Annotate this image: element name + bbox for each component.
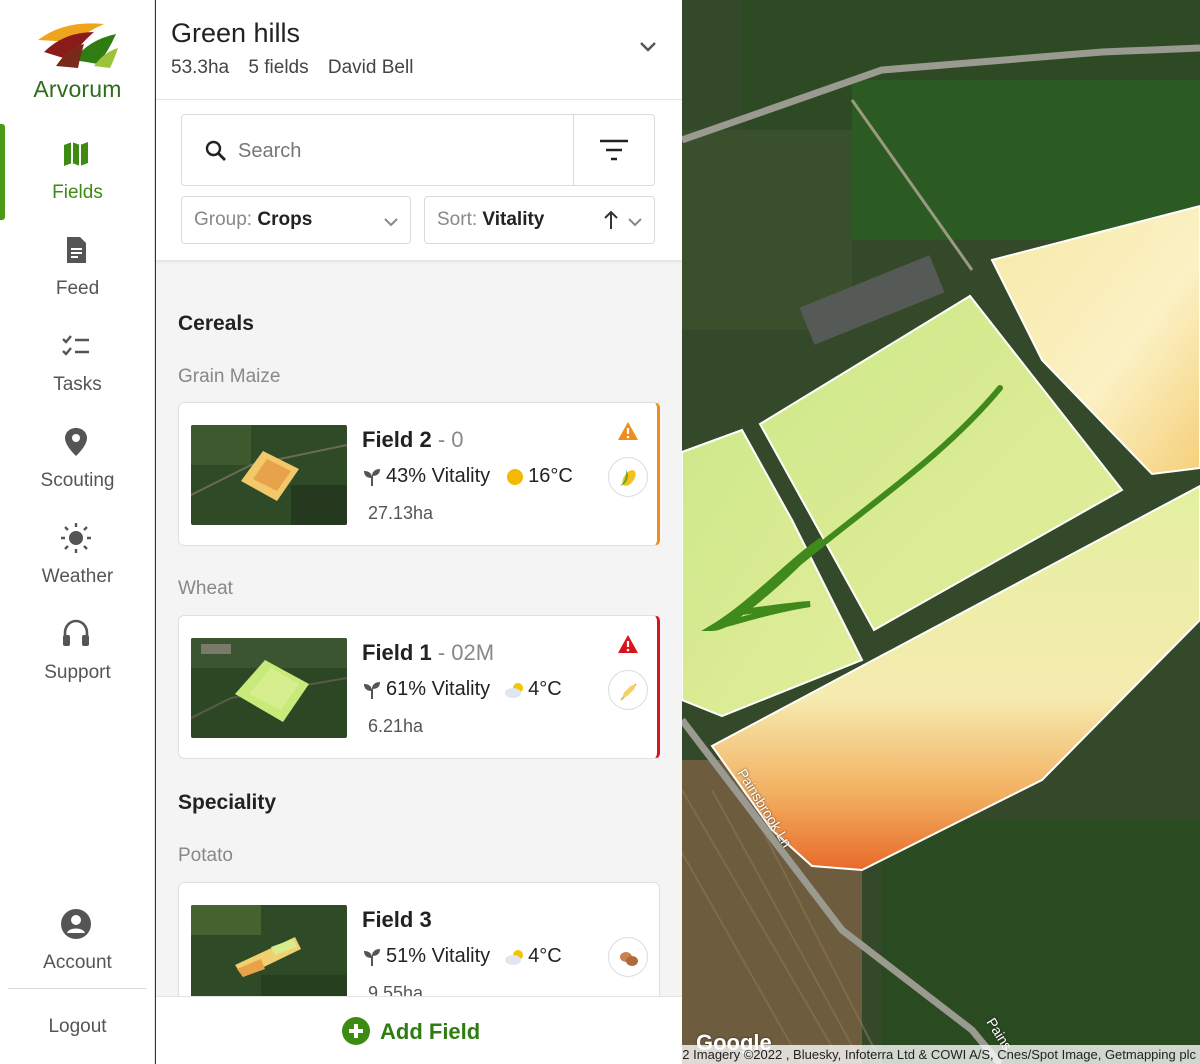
crop-badge: [608, 937, 648, 977]
sprout-icon: [364, 948, 380, 966]
field-area: 6.21ha: [368, 716, 424, 736]
sprout-icon: [364, 681, 380, 699]
field-temperature: 16°C: [528, 465, 573, 487]
field-name: Field 2 - 0: [362, 427, 464, 452]
field-stats: 61% Vitality 4°C: [362, 678, 562, 701]
field-vitality: 51% Vitality: [386, 945, 491, 967]
group-value: Crops: [257, 209, 313, 230]
search-icon: [205, 140, 226, 161]
fields-panel: Green hills 53.3ha 5 fields David Bell G…: [156, 0, 682, 1064]
warning-icon[interactable]: [617, 634, 639, 654]
section-title: Cereals: [178, 312, 254, 335]
crop-badge: [608, 457, 648, 497]
arvorum-logo-icon: [38, 23, 118, 68]
field-vitality: 61% Vitality: [386, 678, 491, 700]
add-field-label: Add Field: [380, 1019, 481, 1044]
farm-field-count: 5 fields: [248, 57, 309, 78]
brand-name: Arvorum: [33, 76, 122, 102]
group-label: Group:: [194, 209, 253, 230]
field-thumbnail: [191, 638, 347, 738]
main-nav: Arvorum Fields Feed Tasks Scouting Weath…: [0, 0, 155, 1064]
nav-item-label: Tasks: [53, 374, 102, 395]
nav-item-support[interactable]: Support: [0, 604, 155, 694]
chevron-down-icon: [384, 218, 398, 227]
chevron-down-icon[interactable]: [636, 34, 660, 58]
nav-item-tasks[interactable]: Tasks: [0, 316, 155, 406]
field-card-field-3[interactable]: Field 3 51% Vitality 4°C 9.55ha: [178, 882, 660, 996]
field-thumbnail: [191, 905, 347, 996]
nav-item-label: Weather: [41, 566, 114, 587]
group-dropdown[interactable]: Group: Crops: [181, 196, 411, 244]
headset-icon: [63, 619, 89, 646]
nav-item-scouting[interactable]: Scouting: [0, 412, 155, 502]
filter-button[interactable]: [573, 115, 655, 185]
crop-group-title: Potato: [178, 845, 233, 866]
map-imagery: [682, 0, 1200, 1064]
nav-divider: [8, 988, 146, 989]
sun-icon: [61, 523, 91, 553]
field-card-field-1[interactable]: Field 1 - 02M 61% Vitality 4°C 6.21ha: [178, 615, 660, 759]
search-box: [181, 114, 655, 186]
crop-group-title: Wheat: [178, 578, 233, 599]
farm-meta: 53.3ha 5 fields David Bell: [171, 57, 427, 79]
sort-label: Sort:: [437, 209, 478, 230]
field-temperature: 4°C: [528, 945, 562, 967]
nav-item-account[interactable]: Account: [0, 894, 155, 984]
nav-item-label: Support: [44, 662, 111, 683]
field-temperature: 4°C: [528, 678, 562, 700]
checklist-icon: [62, 335, 89, 356]
plus-circle-icon: [342, 1017, 370, 1045]
add-field-button[interactable]: Add Field: [156, 996, 682, 1064]
account-icon: [61, 909, 91, 939]
crop-group-title: Grain Maize: [178, 366, 281, 387]
sprout-icon: [364, 468, 380, 486]
document-icon: [67, 237, 86, 263]
nav-item-label: Scouting: [40, 470, 115, 491]
crop-badge: [608, 670, 648, 710]
farm-header[interactable]: Green hills 53.3ha 5 fields David Bell: [156, 0, 682, 100]
farm-area: 53.3ha: [171, 57, 230, 78]
field-card-field-2[interactable]: Field 2 - 0 43% Vitality 16°C 27.13ha: [178, 402, 660, 546]
field-stats: 51% Vitality 4°C: [362, 945, 562, 968]
logout-button[interactable]: Logout: [0, 1016, 155, 1038]
warning-icon[interactable]: [617, 421, 639, 441]
location-pin-icon: [65, 428, 87, 456]
nav-item-label: Account: [43, 952, 112, 973]
field-name: Field 1 - 02M: [362, 640, 495, 665]
partly-cloudy-icon: [505, 682, 524, 698]
search-input[interactable]: [238, 133, 568, 169]
wheat-icon: [620, 683, 637, 701]
corn-icon: [620, 470, 636, 486]
field-thumbnail: [191, 425, 347, 525]
chevron-down-icon: [628, 218, 642, 227]
nav-item-weather[interactable]: Weather: [0, 508, 155, 598]
filter-icon: [600, 139, 628, 161]
sort-dropdown[interactable]: Sort: Vitality: [424, 196, 655, 244]
nav-item-feed[interactable]: Feed: [0, 220, 155, 310]
section-title: Speciality: [178, 791, 277, 814]
brand-logo[interactable]: Arvorum: [0, 18, 155, 108]
potato-icon: [620, 952, 638, 966]
sort-value: Vitality: [482, 209, 545, 230]
farm-name: Green hills: [171, 18, 301, 48]
satellite-map[interactable]: Painsbrook Ln Pains Google Map data ©202…: [682, 0, 1200, 1064]
list-controls: Group: Crops Sort: Vitality: [156, 100, 682, 260]
nav-item-label: Fields: [52, 182, 103, 203]
field-stats: 43% Vitality 16°C: [362, 465, 573, 488]
field-area: 9.55ha: [368, 983, 424, 996]
farm-owner: David Bell: [327, 57, 414, 78]
map-attribution: Map data ©2022 Imagery ©2022 , Bluesky, …: [682, 1045, 1200, 1064]
field-vitality: 43% Vitality: [386, 465, 491, 487]
field-area: 27.13ha: [368, 503, 434, 523]
arrow-up-icon[interactable]: [602, 209, 620, 231]
field-name: Field 3: [362, 907, 432, 932]
map-icon: [64, 142, 88, 166]
partly-cloudy-icon: [505, 949, 524, 965]
sun-icon: [507, 468, 524, 485]
nav-item-fields[interactable]: Fields: [0, 124, 155, 220]
field-list[interactable]: Cereals Grain Maize Field 2 - 0 43% Vita…: [156, 260, 682, 996]
nav-item-label: Feed: [55, 278, 100, 299]
